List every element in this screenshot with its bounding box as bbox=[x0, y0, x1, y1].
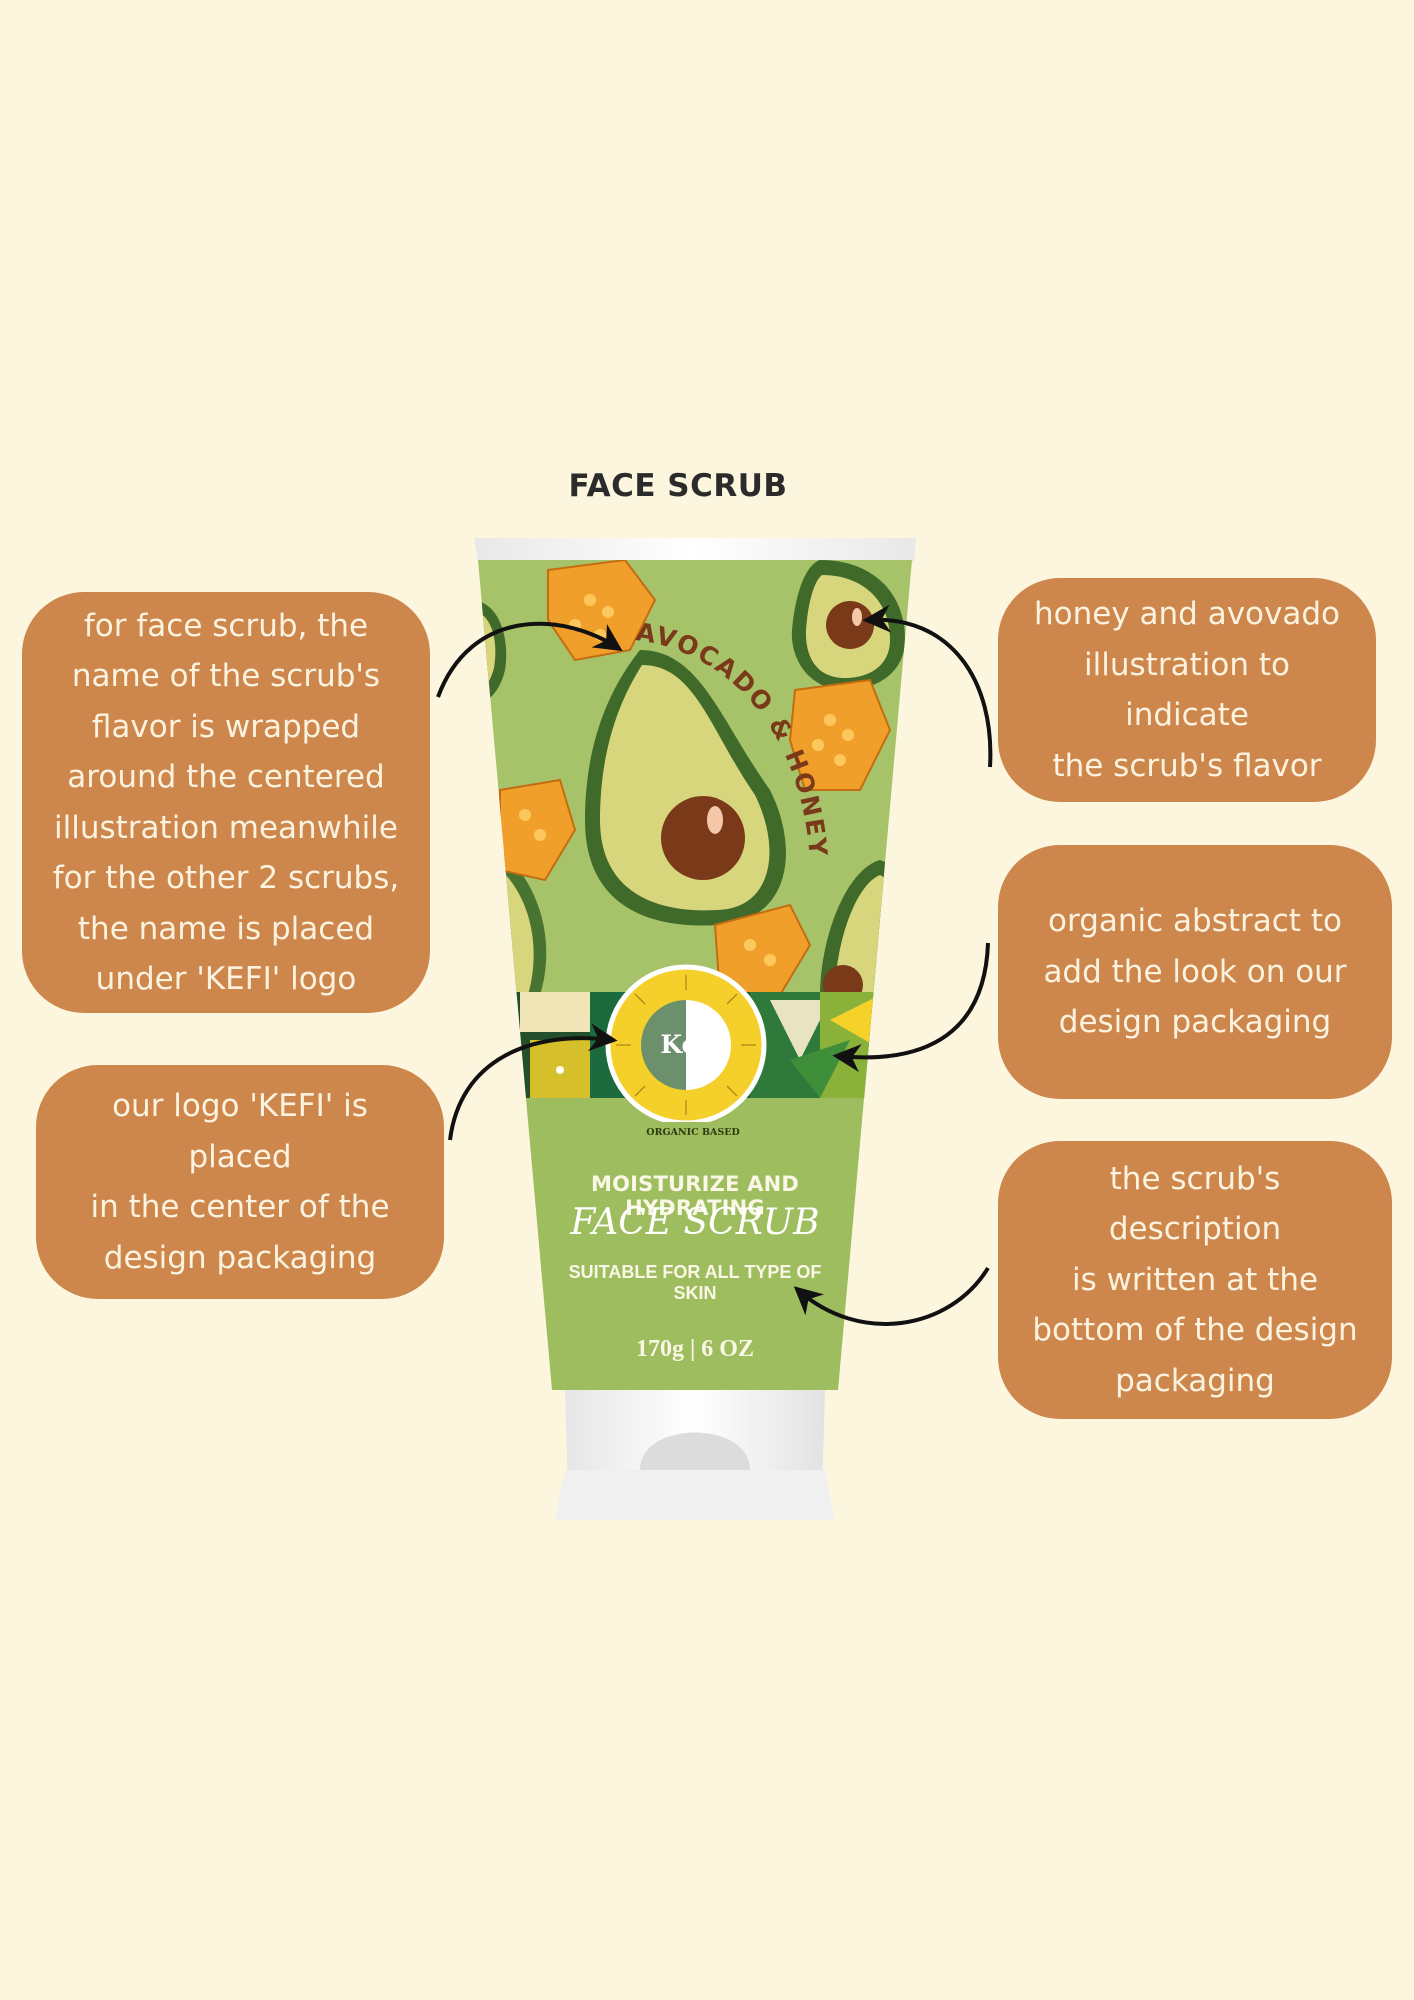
product-suitability: SUITABLE FOR ALL TYPE OF SKIN bbox=[568, 1262, 822, 1303]
product-name: FACE SCRUB bbox=[570, 1202, 820, 1243]
product-weight: 170g | 6 OZ bbox=[636, 1336, 754, 1362]
organic-badge: ORGANIC BASED bbox=[646, 1127, 740, 1138]
callout-flavor-name: for face scrub, the name of the scrub's … bbox=[22, 592, 430, 1013]
callout-abstract-text: organic abstract to add the look on our … bbox=[1043, 903, 1347, 1041]
kefi-logo-text: Kefi bbox=[660, 1030, 716, 1059]
callout-abstract: organic abstract to add the look on our … bbox=[998, 845, 1392, 1099]
callout-illustration: honey and avovado illustration to indica… bbox=[998, 578, 1376, 802]
svg-text:AVOCADO & HONEY: AVOCADO & HONEY bbox=[634, 617, 833, 859]
callout-description: the scrub's description is written at th… bbox=[998, 1141, 1392, 1419]
callout-description-text: the scrub's description is written at th… bbox=[1032, 1160, 1358, 1399]
callout-flavor-name-text: for face scrub, the name of the scrub's … bbox=[52, 607, 400, 998]
callout-logo-text: our logo 'KEFI' is placed in the center … bbox=[90, 1088, 390, 1276]
callout-logo: our logo 'KEFI' is placed in the center … bbox=[36, 1065, 444, 1299]
callout-illustration-text: honey and avovado illustration to indica… bbox=[1033, 596, 1340, 784]
flavor-label: AVOCADO & HONEY bbox=[634, 617, 831, 859]
